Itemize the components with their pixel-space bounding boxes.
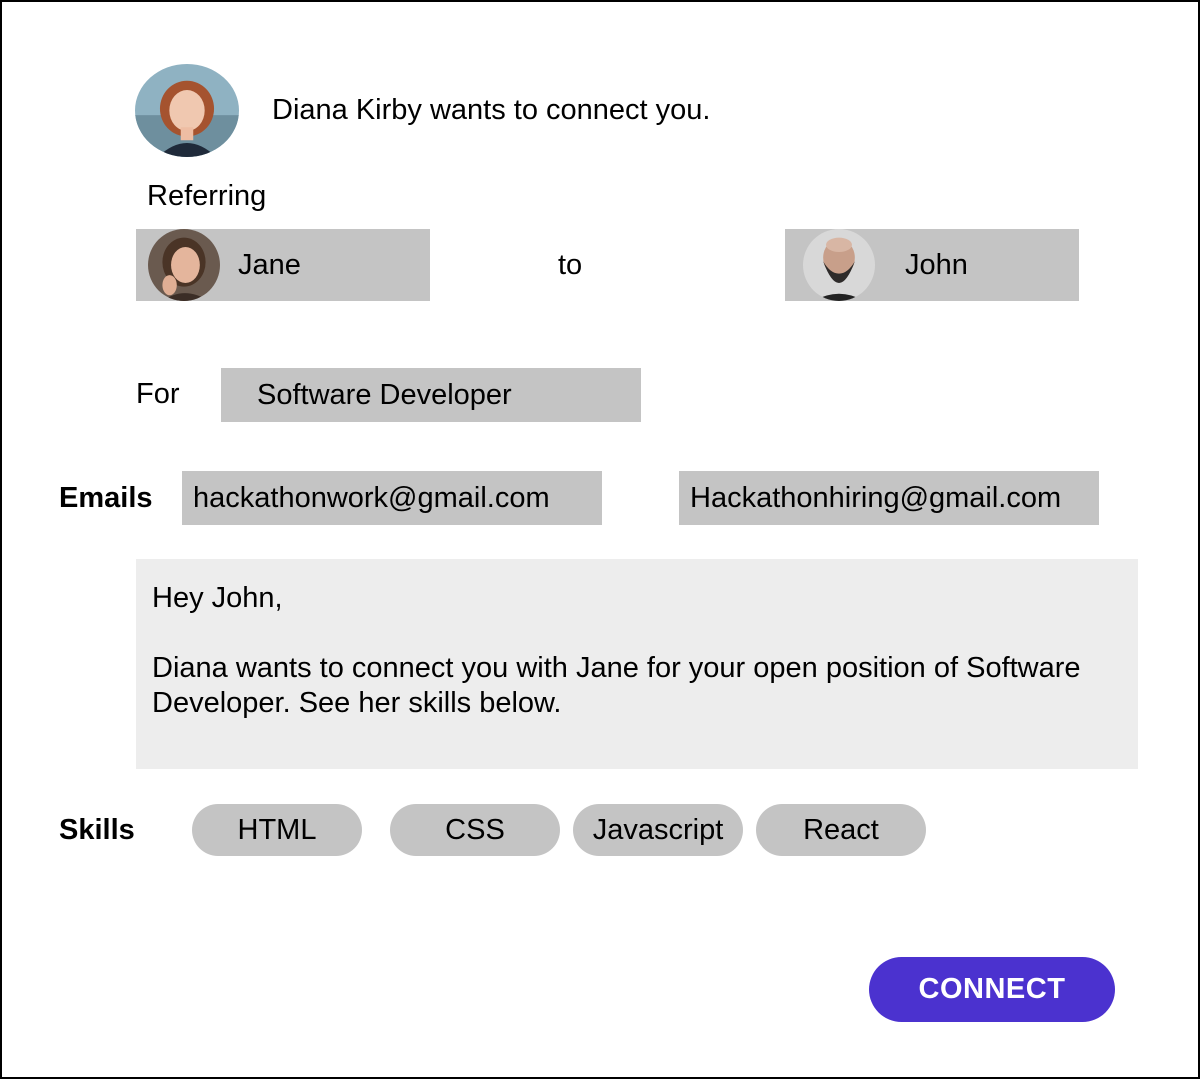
position-field[interactable]: Software Developer <box>221 368 641 422</box>
referring-label: Referring <box>147 180 267 212</box>
referred-person-card[interactable]: Jane <box>136 229 430 301</box>
john-avatar <box>803 229 875 301</box>
message-textarea[interactable]: Hey John, Diana wants to connect you wit… <box>136 559 1138 769</box>
connect-button[interactable]: CONNECT <box>869 957 1115 1022</box>
recipient-person-name: John <box>905 248 968 281</box>
jane-avatar <box>148 229 220 301</box>
referred-person-name: Jane <box>238 248 301 281</box>
skill-chip-html[interactable]: HTML <box>192 804 362 856</box>
skills-label: Skills <box>59 814 135 846</box>
recipient-email-field[interactable]: Hackathonhiring@gmail.com <box>679 471 1099 525</box>
referred-email-field[interactable]: hackathonwork@gmail.com <box>182 471 602 525</box>
skill-chip-javascript[interactable]: Javascript <box>573 804 743 856</box>
skill-chip-react[interactable]: React <box>756 804 926 856</box>
message-body: Diana wants to connect you with Jane for… <box>152 652 1081 719</box>
skill-chip-css[interactable]: CSS <box>390 804 560 856</box>
connect-card: Diana Kirby wants to connect you. Referr… <box>0 0 1200 1079</box>
diana-avatar <box>135 64 239 157</box>
recipient-person-card[interactable]: John <box>785 229 1079 301</box>
header-message: Diana Kirby wants to connect you. <box>272 94 711 126</box>
message-greeting: Hey John, <box>152 582 283 614</box>
connector-text: to <box>558 249 583 281</box>
position-label: For <box>136 378 180 410</box>
emails-label: Emails <box>59 482 153 514</box>
